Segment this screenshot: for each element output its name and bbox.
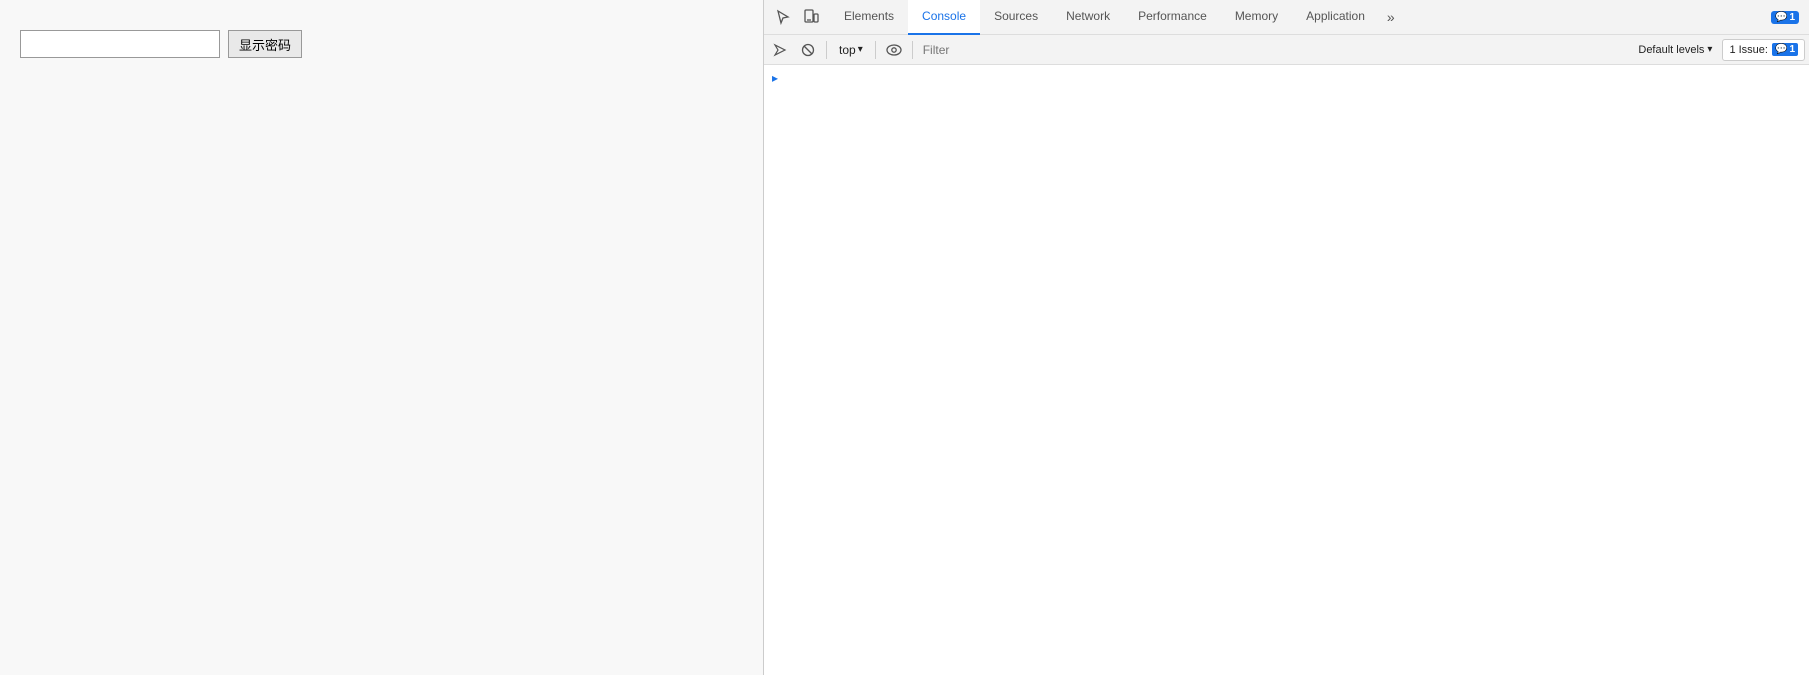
page-content: 显示密码 <box>20 30 302 58</box>
tab-application[interactable]: Application <box>1292 0 1379 35</box>
issues-count-badge: 💬1 <box>1772 43 1798 56</box>
console-filter-input[interactable] <box>919 39 1629 61</box>
default-levels-label: Default levels <box>1638 44 1704 56</box>
issues-count-icon: 💬 <box>1775 44 1787 55</box>
devtools-panel: Elements Console Sources Network Perform… <box>763 0 1809 675</box>
console-toolbar: top ▾ Default levels ▾ 1 Issue: 💬1 <box>764 35 1809 65</box>
console-content-area: ▸ <box>764 65 1809 675</box>
toolbar-divider-2 <box>875 41 876 59</box>
devtools-badge-area: 💬1 <box>1765 11 1809 24</box>
tab-elements[interactable]: Elements <box>830 0 908 35</box>
issues-button[interactable]: 1 Issue: 💬1 <box>1722 39 1805 61</box>
password-input[interactable] <box>20 30 220 58</box>
show-password-button[interactable]: 显示密码 <box>228 30 302 58</box>
device-toolbar-icon[interactable] <box>798 4 824 30</box>
console-caret[interactable]: ▸ <box>764 69 1809 87</box>
devtools-header-icons <box>764 4 830 30</box>
tab-memory[interactable]: Memory <box>1221 0 1292 35</box>
context-selector-button[interactable]: top ▾ <box>833 39 869 61</box>
tab-network[interactable]: Network <box>1052 0 1124 35</box>
caret-icon: ▸ <box>772 71 778 85</box>
tab-more-button[interactable]: » <box>1379 0 1403 35</box>
toolbar-divider-1 <box>826 41 827 59</box>
default-levels-arrow: ▾ <box>1707 44 1712 55</box>
clear-console-button[interactable] <box>768 38 792 62</box>
default-levels-button[interactable]: Default levels ▾ <box>1632 39 1718 61</box>
console-badge-icon: 💬 <box>1775 12 1787 23</box>
context-label: top <box>839 43 856 57</box>
tab-more-icon: » <box>1387 9 1395 25</box>
toolbar-divider-3 <box>912 41 913 59</box>
inspect-element-icon[interactable] <box>770 4 796 30</box>
tab-console[interactable]: Console <box>908 0 980 35</box>
block-console-button[interactable] <box>796 38 820 62</box>
page-area: 显示密码 <box>0 0 763 675</box>
context-dropdown-arrow: ▾ <box>858 44 863 55</box>
devtools-tab-bar: Elements Console Sources Network Perform… <box>764 0 1809 35</box>
tab-sources[interactable]: Sources <box>980 0 1052 35</box>
live-expressions-button[interactable] <box>882 38 906 62</box>
tab-performance[interactable]: Performance <box>1124 0 1221 35</box>
console-badge: 💬1 <box>1771 11 1799 24</box>
issues-label: 1 Issue: <box>1729 44 1768 56</box>
